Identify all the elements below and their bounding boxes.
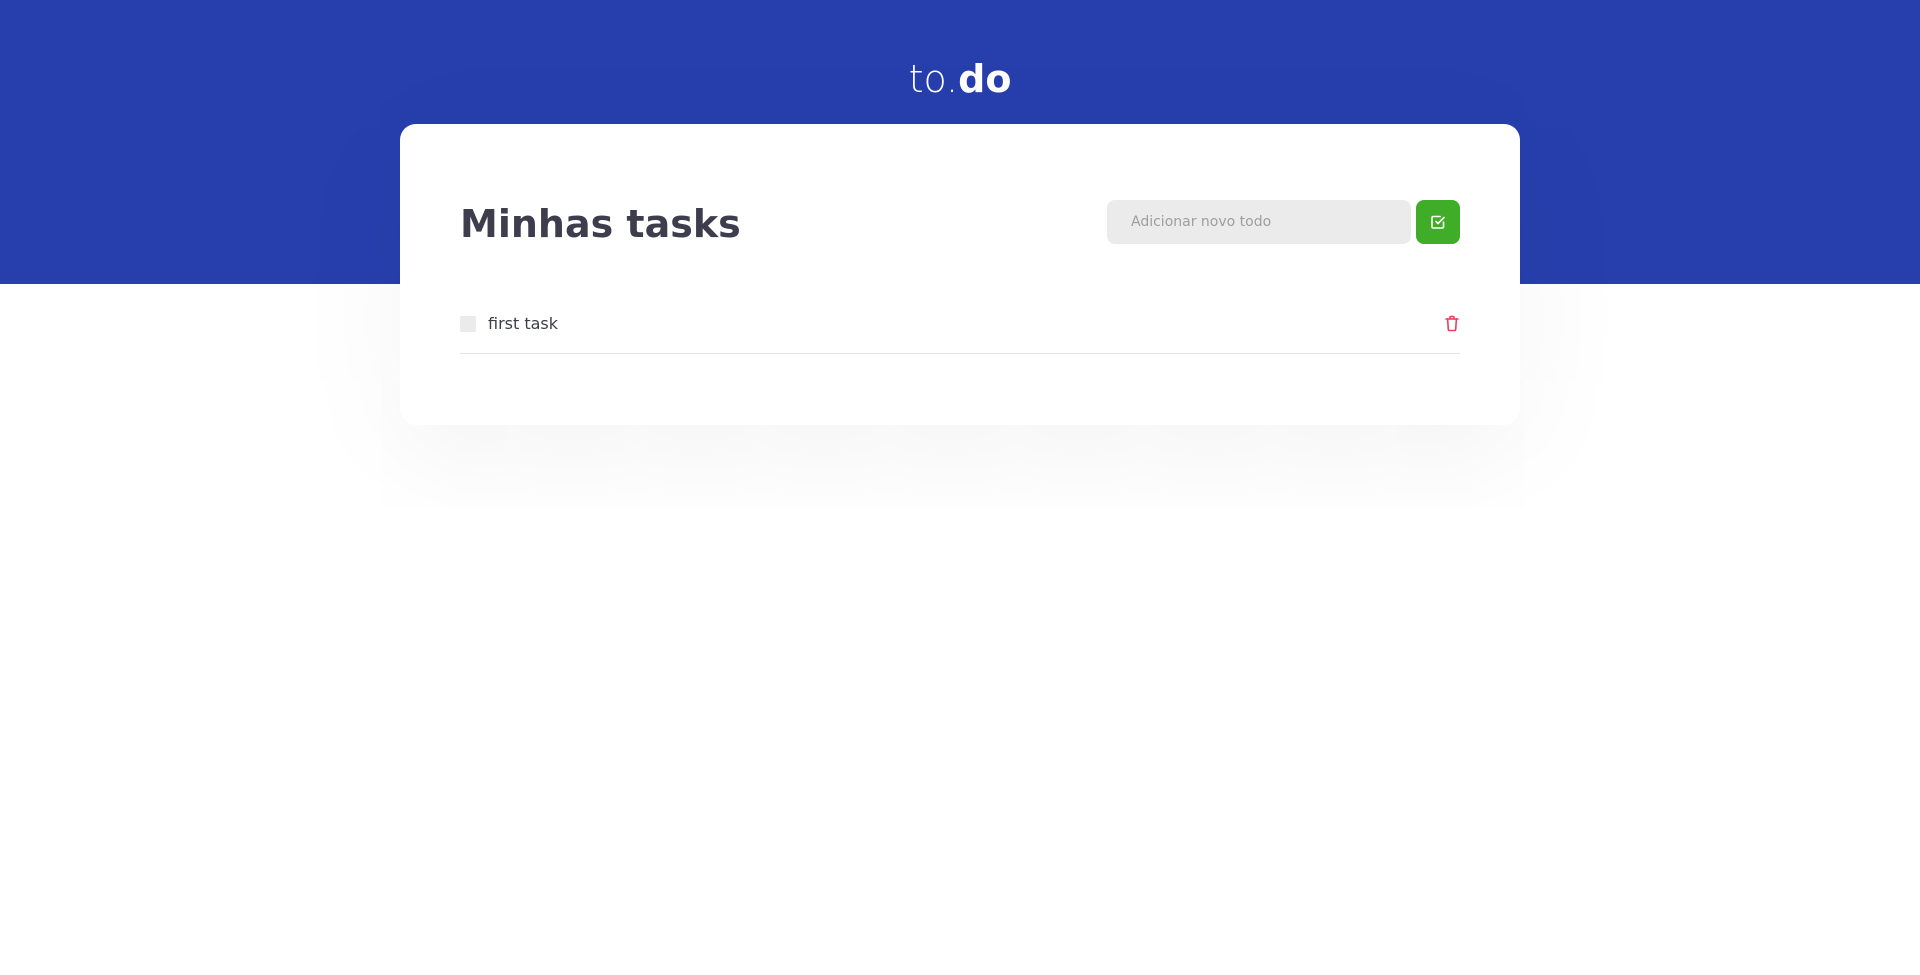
add-todo-button[interactable] [1416,200,1460,244]
task-text: first task [488,314,559,333]
new-todo-input[interactable] [1107,200,1411,244]
page-title: Minhas tasks [460,202,741,246]
task-item: first task [460,300,1460,354]
logo-light-text: to. [908,57,959,101]
task-checkbox[interactable] [460,316,476,332]
trash-icon [1445,315,1459,332]
check-square-icon [1430,214,1446,230]
delete-task-button[interactable] [1444,313,1460,333]
tasks-card: Minhas tasks [400,124,1520,425]
app-logo: to.do [0,56,1920,102]
logo-bold-text: do [958,57,1012,101]
